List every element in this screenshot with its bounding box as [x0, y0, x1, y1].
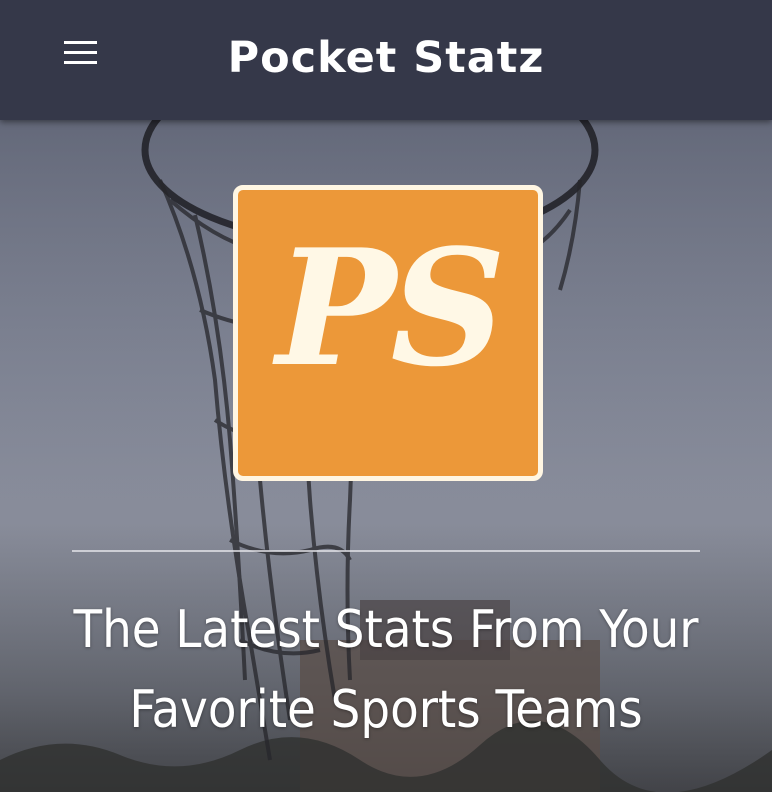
hero-tagline: The Latest Stats From Your Favorite Spor…	[73, 600, 699, 740]
pocket-statz-logo: PS	[233, 185, 543, 481]
hero-section: PS The Latest Stats From Your Favorite S…	[0, 120, 772, 792]
divider	[72, 550, 700, 552]
logo-text: PS	[276, 214, 506, 402]
app-title: Pocket Statz	[227, 33, 545, 83]
app-bar: Pocket Statz	[0, 0, 772, 120]
